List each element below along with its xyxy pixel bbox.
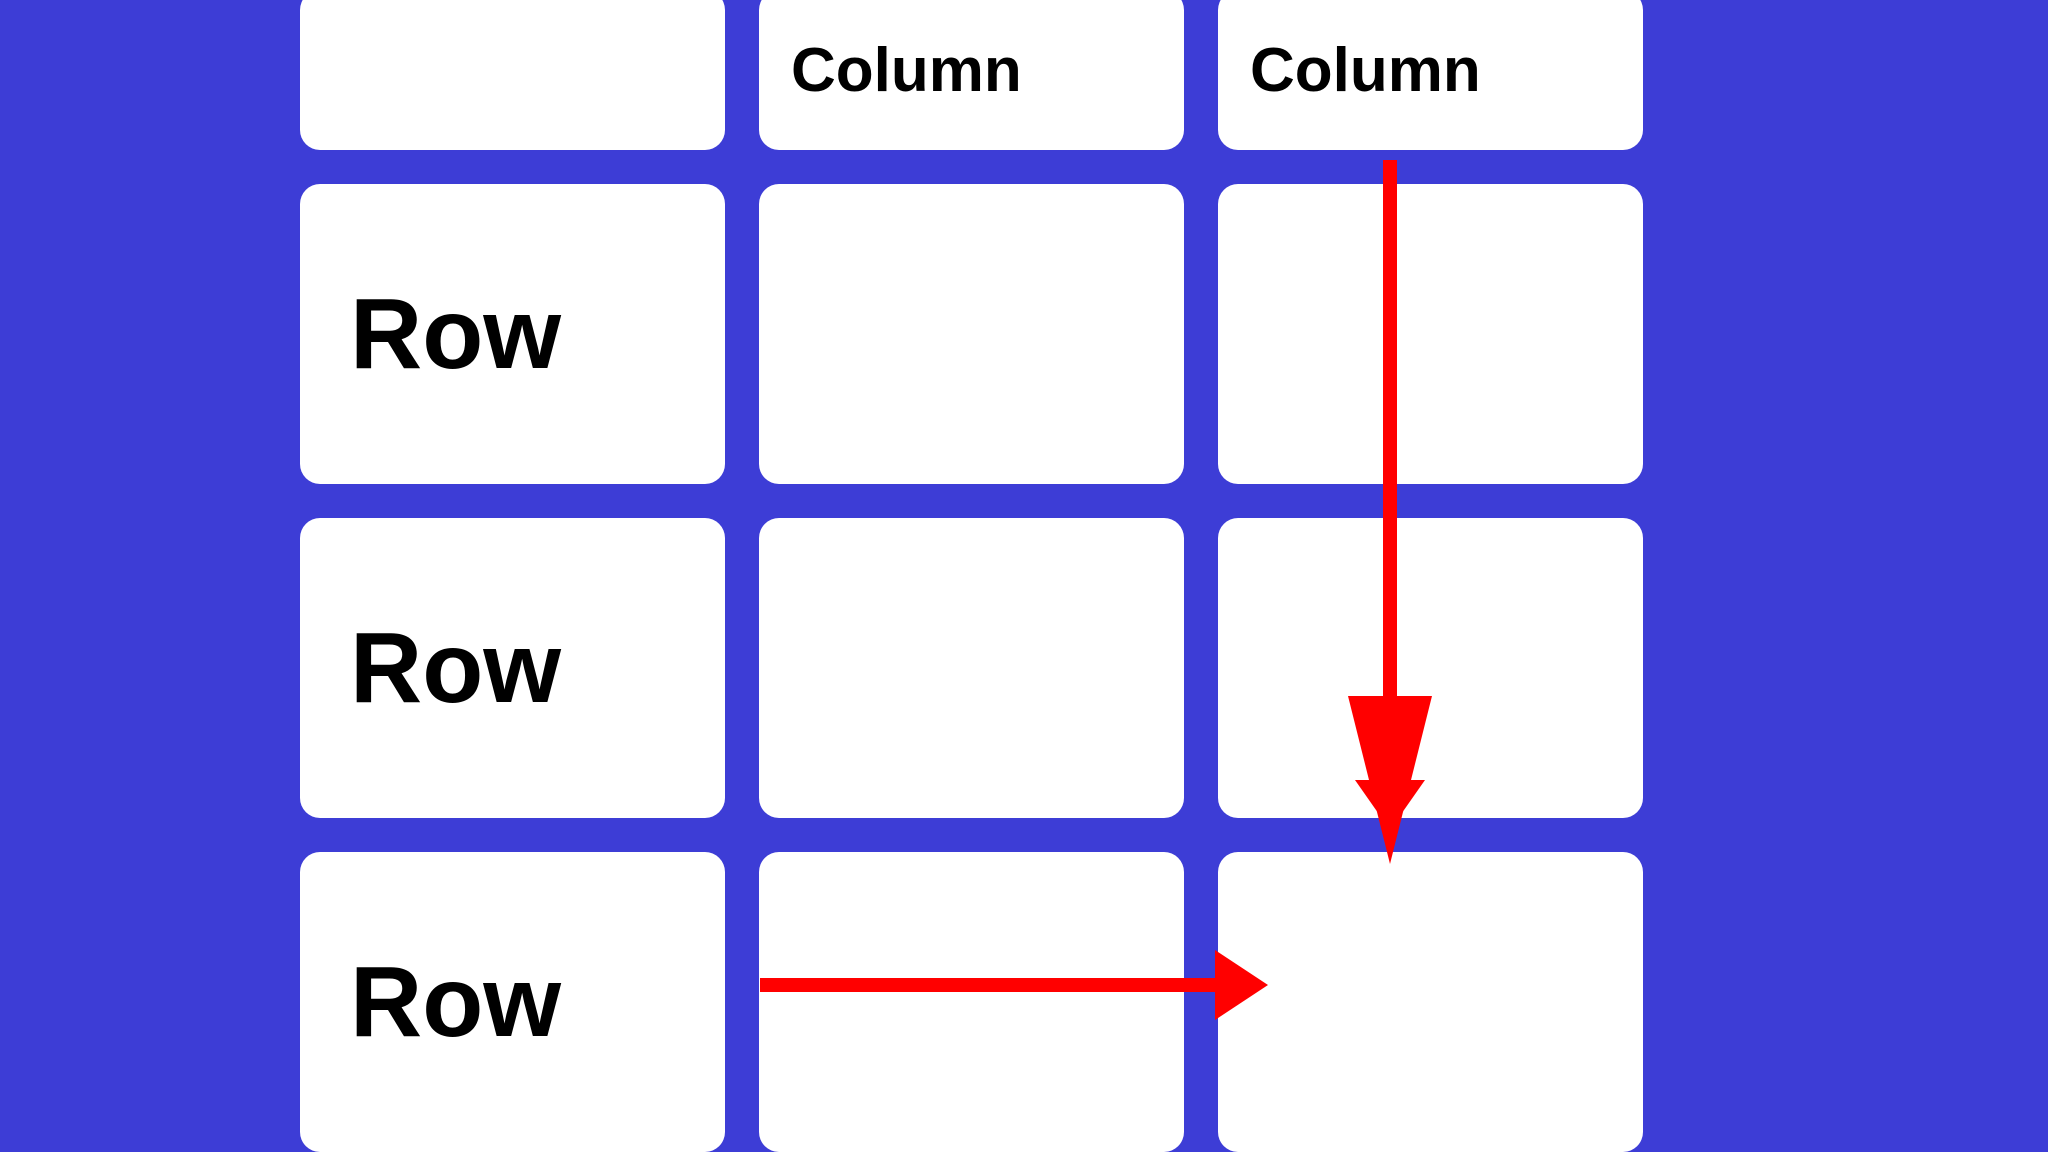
row-header-2: Row [300,518,725,818]
column-label: Column [791,35,1022,106]
data-cell [1218,518,1643,818]
row-column-diagram: Column Column Row Row Row [300,0,1630,1090]
data-cell [759,852,1184,1152]
row-header-3: Row [300,852,725,1152]
row-label: Row [350,945,561,1060]
row-label: Row [350,277,561,392]
data-cell [759,184,1184,484]
data-cell [1218,852,1643,1152]
row-header-1: Row [300,184,725,484]
column-label: Column [1250,35,1481,106]
data-cell [759,518,1184,818]
column-header-1: Column [759,0,1184,150]
data-cell [1218,184,1643,484]
header-empty-cell [300,0,725,150]
row-label: Row [350,611,561,726]
column-header-2: Column [1218,0,1643,150]
